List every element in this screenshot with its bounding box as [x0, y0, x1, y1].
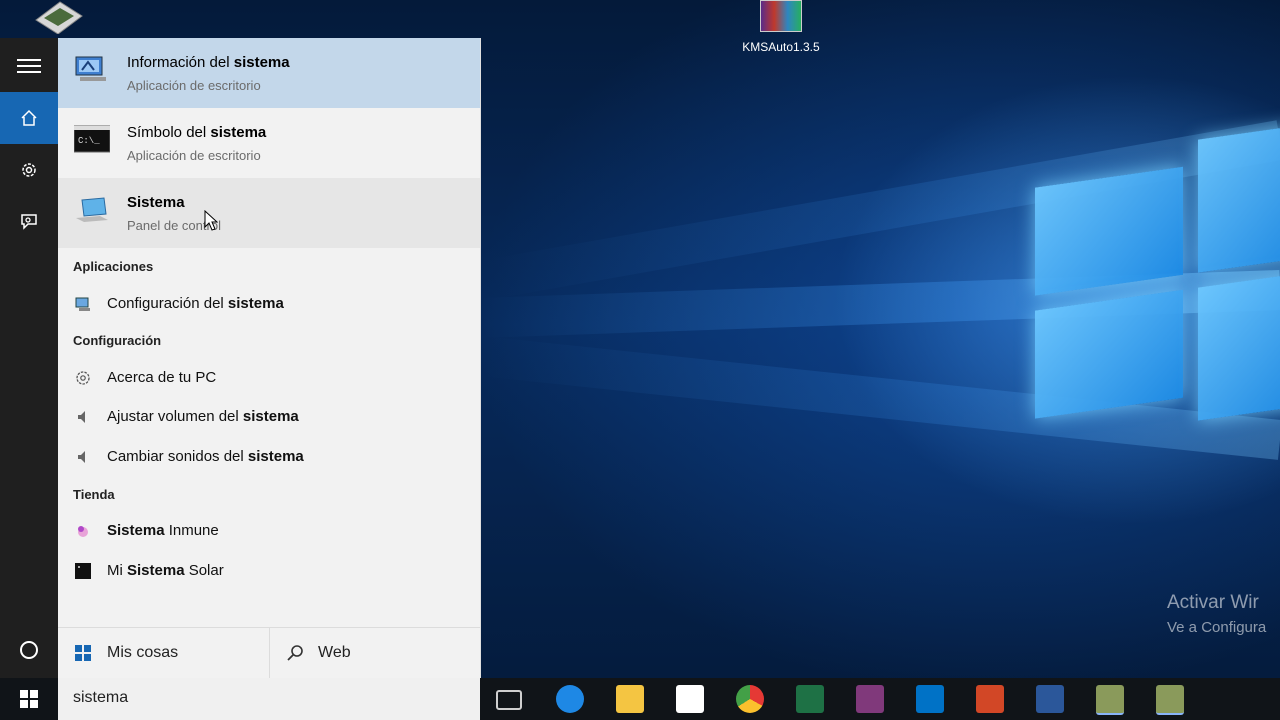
result-title: Símbolo del sistema: [127, 124, 267, 141]
feedback-button[interactable]: [0, 196, 58, 248]
list-item-label: Mi Sistema Solar: [107, 562, 224, 579]
list-item-label: Acerca de tu PC: [107, 369, 217, 386]
list-item-label: Configuración del sistema: [107, 295, 284, 312]
edge-icon[interactable]: [556, 685, 584, 713]
watermark-title: Activar Wir: [1167, 592, 1259, 613]
result-subtitle: Aplicación de escritorio: [127, 78, 261, 93]
windows-logo-icon: [75, 645, 91, 661]
list-item-label: Cambiar sonidos del sistema: [107, 448, 304, 465]
word-icon[interactable]: [1036, 685, 1064, 713]
desktop-icon-kmsauto[interactable]: KMSAuto1.3.5: [733, 0, 829, 54]
tab-my-stuff[interactable]: Mis cosas: [58, 628, 270, 678]
search-icon: [287, 645, 303, 661]
result-title: Sistema: [127, 194, 185, 211]
outlook-icon[interactable]: [916, 685, 944, 713]
sistema-inmune-app-icon: [78, 526, 88, 537]
list-item-label: Ajustar volumen del sistema: [107, 408, 299, 425]
watermark-subtitle: Ve a Configura: [1167, 619, 1267, 636]
section-header-apps: Aplicaciones: [73, 259, 154, 274]
activation-watermark: Activar Wir Ve a Configura: [1167, 590, 1266, 640]
list-item-sistema-inmune[interactable]: Sistema Inmune: [58, 514, 480, 548]
section-header-store: Tienda: [73, 487, 115, 502]
result-system-control-panel[interactable]: Sistema Panel de control: [58, 178, 480, 248]
search-scope-tabs: Mis cosas Web: [58, 627, 480, 678]
mouse-cursor-icon: [204, 210, 218, 231]
desktop-shortcut-icon[interactable]: [30, 0, 86, 34]
section-header-settings: Configuración: [73, 333, 162, 348]
mi-sistema-solar-app-icon: [75, 563, 91, 579]
list-item-label: Sistema Inmune: [107, 522, 219, 539]
windows-logo-wallpaper: [1030, 124, 1280, 444]
system-information-icon: [75, 56, 106, 81]
hamburger-menu-button[interactable]: [0, 40, 58, 92]
command-prompt-icon: C:\_: [74, 125, 110, 153]
onenote-icon[interactable]: [856, 685, 884, 713]
excel-icon[interactable]: [796, 685, 824, 713]
result-subtitle: Aplicación de escritorio: [127, 148, 261, 163]
home-icon: [21, 109, 37, 126]
list-item-about-pc[interactable]: Acerca de tu PC: [58, 361, 480, 395]
list-item-adjust-volume[interactable]: Ajustar volumen del sistema: [58, 400, 480, 434]
search-input[interactable]: sistema: [58, 678, 480, 720]
svg-text:C:\_: C:\_: [78, 136, 100, 146]
gear-icon: [22, 163, 36, 177]
tab-web[interactable]: Web: [270, 628, 480, 678]
search-query-text: sistema: [73, 689, 129, 706]
result-system-information[interactable]: Información del sistema Aplicación de es…: [58, 38, 480, 108]
task-view-icon[interactable]: [496, 690, 522, 710]
tab-label: Web: [318, 644, 351, 661]
store-icon[interactable]: [676, 685, 704, 713]
powerpoint-icon[interactable]: [976, 685, 1004, 713]
system-configuration-icon: [75, 297, 90, 311]
gear-icon: [76, 371, 90, 385]
cortana-button[interactable]: [0, 624, 58, 676]
speaker-icon: [78, 411, 85, 423]
desktop-icon-label: KMSAuto1.3.5: [742, 40, 820, 54]
result-title: Información del sistema: [127, 54, 290, 71]
feedback-icon: [21, 214, 37, 230]
result-command-prompt[interactable]: C:\_ Símbolo del sistema Aplicación de e…: [58, 108, 480, 178]
app-icon-1[interactable]: [1096, 685, 1124, 715]
home-button[interactable]: [0, 92, 58, 144]
chrome-icon[interactable]: [736, 685, 764, 713]
start-left-rail: [0, 38, 58, 678]
list-item-system-configuration[interactable]: Configuración del sistema: [58, 287, 480, 321]
list-item-change-sounds[interactable]: Cambiar sonidos del sistema: [58, 440, 480, 474]
winrar-archive-icon: [760, 0, 802, 32]
windows-logo-icon: [20, 690, 38, 708]
file-explorer-icon[interactable]: [616, 685, 644, 713]
search-results-panel: Información del sistema Aplicación de es…: [58, 38, 481, 678]
app-icon-2[interactable]: [1156, 685, 1184, 715]
system-control-panel-icon: [76, 197, 108, 222]
taskbar: sistema: [0, 678, 1280, 720]
settings-button[interactable]: [0, 144, 58, 196]
hamburger-icon: [17, 59, 41, 73]
speaker-icon: [78, 451, 85, 463]
start-button[interactable]: [0, 678, 58, 720]
tab-label: Mis cosas: [107, 644, 179, 661]
cortana-circle-icon: [20, 641, 38, 659]
list-item-mi-sistema-solar[interactable]: Mi Sistema Solar: [58, 554, 480, 588]
